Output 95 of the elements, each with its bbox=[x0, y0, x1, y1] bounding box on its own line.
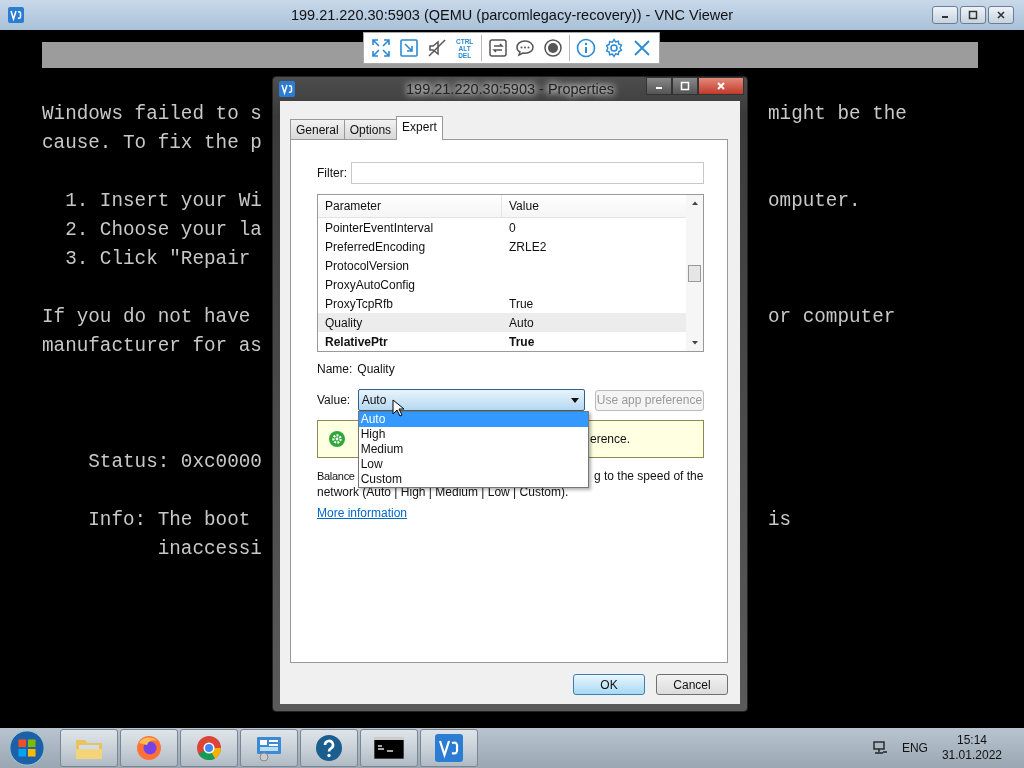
column-header[interactable]: Parameter bbox=[318, 195, 502, 217]
field-label: Value: bbox=[317, 393, 352, 407]
dialog-button[interactable]: OK bbox=[573, 674, 645, 695]
tab[interactable]: Options bbox=[343, 119, 398, 139]
info-icon bbox=[576, 38, 597, 58]
language-indicator[interactable]: ENG bbox=[901, 741, 928, 755]
mute-icon bbox=[426, 38, 447, 58]
console-text: 3. Click "Repair bbox=[65, 247, 251, 272]
clock-time[interactable]: 15:14 bbox=[956, 733, 987, 748]
close-icon bbox=[716, 81, 726, 91]
list-row[interactable]: RelativePtr True bbox=[318, 332, 686, 351]
table-cell-text: Auto bbox=[508, 315, 534, 330]
console-text: cause. To fix the p bbox=[42, 131, 262, 156]
minimize-button[interactable] bbox=[646, 77, 672, 95]
table-cell-text: ProxyAutoConfig bbox=[324, 277, 417, 292]
console-text: Status: 0xc0000 bbox=[88, 450, 262, 475]
help-icon bbox=[315, 734, 343, 762]
console-text: or computer bbox=[768, 305, 896, 330]
notice-text: erence. bbox=[590, 432, 631, 446]
field-label: Name: bbox=[317, 362, 353, 376]
field-label: Filter: bbox=[317, 166, 347, 180]
transfer-icon bbox=[487, 38, 508, 58]
app-icon bbox=[435, 734, 463, 762]
description-text: Balance bbox=[317, 469, 355, 484]
table-cell-text: ProtocolVersion bbox=[324, 258, 411, 273]
close-button[interactable] bbox=[988, 6, 1014, 24]
app-icon bbox=[8, 7, 24, 23]
close-button[interactable] bbox=[698, 77, 744, 95]
browser-icon bbox=[135, 734, 163, 762]
console-text: 2. Choose your la bbox=[65, 218, 262, 243]
window-title: 199.21.220.30:5903 (QEMU (parcomlegacy-recovery)) - VNC Viewer bbox=[290, 7, 734, 23]
scroll-up-icon[interactable] bbox=[690, 200, 699, 206]
gear-icon bbox=[329, 431, 345, 447]
record-icon bbox=[543, 38, 564, 58]
caret-icon bbox=[570, 397, 579, 403]
dropdown-option[interactable]: Low bbox=[358, 457, 588, 472]
list-row[interactable]: Quality Auto bbox=[318, 313, 686, 332]
chat-icon bbox=[515, 38, 536, 58]
console-text: inaccessi bbox=[157, 537, 262, 562]
dropdown-option[interactable]: Medium bbox=[358, 442, 588, 457]
table-cell-text: ProxyTcpRfb bbox=[324, 296, 395, 311]
resize-icon bbox=[398, 38, 419, 58]
clock-date[interactable]: 31.01.2022 bbox=[941, 748, 1002, 763]
console-text: manufacturer for as bbox=[42, 334, 262, 359]
table-cell-text: True bbox=[508, 334, 535, 349]
console-text: Info: The boot bbox=[88, 508, 251, 533]
app-icon bbox=[279, 81, 295, 97]
console-text: omputer. bbox=[768, 189, 861, 214]
table-cell-text: RelativePtr bbox=[324, 334, 389, 349]
table-cell-text: PointerEventInterval bbox=[324, 220, 435, 235]
value-dropdown[interactable]: Auto bbox=[357, 389, 585, 411]
console-text: If you do not have bbox=[42, 305, 251, 330]
scroll-thumb[interactable] bbox=[688, 265, 701, 282]
console-text: Windows failed to s bbox=[42, 102, 262, 127]
table-cell-text: ZRLE2 bbox=[508, 239, 547, 254]
column-header[interactable]: Value bbox=[502, 195, 539, 217]
list-row[interactable]: PreferredEncoding ZRLE2 bbox=[318, 237, 686, 256]
table-cell-text: Quality bbox=[324, 315, 364, 330]
tab[interactable]: General bbox=[290, 119, 345, 139]
minimize-button[interactable] bbox=[932, 6, 958, 24]
table-cell-text: 0 bbox=[508, 220, 516, 235]
terminal-icon bbox=[374, 737, 404, 759]
console-text: might be the bbox=[768, 102, 907, 127]
dropdown-option[interactable]: Custom bbox=[358, 472, 588, 487]
dialog-button[interactable]: Cancel bbox=[656, 674, 728, 695]
maximize-button[interactable] bbox=[960, 6, 986, 24]
description-text: g to the speed of the bbox=[594, 468, 704, 484]
table-cell-text: PreferredEncoding bbox=[324, 239, 427, 254]
console-text: 1. Insert your Wi bbox=[65, 189, 262, 214]
close-icon bbox=[996, 10, 1006, 20]
close-icon bbox=[632, 38, 652, 58]
list-row[interactable]: ProtocolVersion bbox=[318, 256, 686, 275]
list-row[interactable]: ProxyAutoConfig bbox=[318, 275, 686, 294]
expand-icon bbox=[370, 38, 391, 58]
network-icon[interactable] bbox=[871, 740, 888, 756]
maximize-icon bbox=[680, 81, 690, 91]
console-text: is bbox=[768, 508, 792, 533]
filter-field[interactable] bbox=[351, 162, 704, 184]
name-value: Quality bbox=[357, 362, 395, 376]
control-panel-icon bbox=[255, 734, 283, 762]
dropdown-option[interactable]: High bbox=[358, 427, 588, 442]
dialog-title: 199.21.220.30:5903 - Properties bbox=[406, 81, 614, 97]
taskbar-button[interactable] bbox=[360, 729, 418, 767]
scrollbar[interactable] bbox=[686, 195, 703, 351]
more-information-link[interactable]: More information bbox=[317, 506, 408, 520]
maximize-icon bbox=[968, 10, 978, 20]
table-cell-text: True bbox=[508, 296, 534, 311]
start-button[interactable] bbox=[8, 729, 46, 767]
list-row[interactable]: PointerEventInterval 0 bbox=[318, 218, 686, 237]
settings-icon bbox=[604, 38, 625, 58]
browser-icon bbox=[195, 734, 223, 762]
maximize-button[interactable] bbox=[672, 77, 698, 95]
list-row[interactable]: ProxyTcpRfb True bbox=[318, 294, 686, 313]
tab[interactable]: Expert bbox=[396, 116, 443, 140]
scroll-down-icon[interactable] bbox=[690, 340, 699, 346]
